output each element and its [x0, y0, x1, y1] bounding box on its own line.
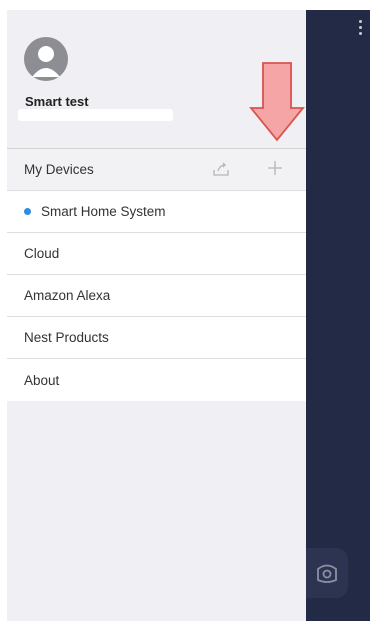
share-icon[interactable]: [212, 161, 230, 180]
menu-item-about[interactable]: About: [7, 359, 306, 401]
menu-header-label: My Devices: [24, 162, 94, 177]
menu-item-nest-products[interactable]: Nest Products: [7, 317, 306, 359]
menu-item-label: Cloud: [24, 246, 60, 261]
avatar-icon: [32, 46, 60, 77]
menu-item-amazon-alexa[interactable]: Amazon Alexa: [7, 275, 306, 317]
main-panel: [306, 10, 370, 621]
arrow-down-icon: [249, 62, 305, 142]
menu-item-cloud[interactable]: Cloud: [7, 233, 306, 275]
username: Smart test: [25, 94, 89, 109]
menu-header-my-devices: My Devices: [7, 149, 306, 191]
menu-list: My Devices Smart Home System Cloud Amazo…: [7, 149, 306, 401]
camera-button[interactable]: [306, 548, 348, 598]
active-indicator: [24, 208, 31, 215]
navigation-drawer: Smart test My Devices Smart Home System: [7, 10, 306, 621]
menu-item-label: Smart Home System: [41, 204, 166, 219]
kebab-menu-icon[interactable]: [358, 20, 362, 40]
avatar[interactable]: [24, 37, 68, 81]
camera-icon: [317, 564, 337, 583]
plus-icon[interactable]: [267, 160, 283, 179]
menu-item-label: Nest Products: [24, 330, 109, 345]
account-field: [18, 109, 173, 121]
menu-item-smart-home-system[interactable]: Smart Home System: [7, 191, 306, 233]
menu-item-label: About: [24, 372, 60, 388]
menu-item-label: Amazon Alexa: [24, 288, 111, 303]
